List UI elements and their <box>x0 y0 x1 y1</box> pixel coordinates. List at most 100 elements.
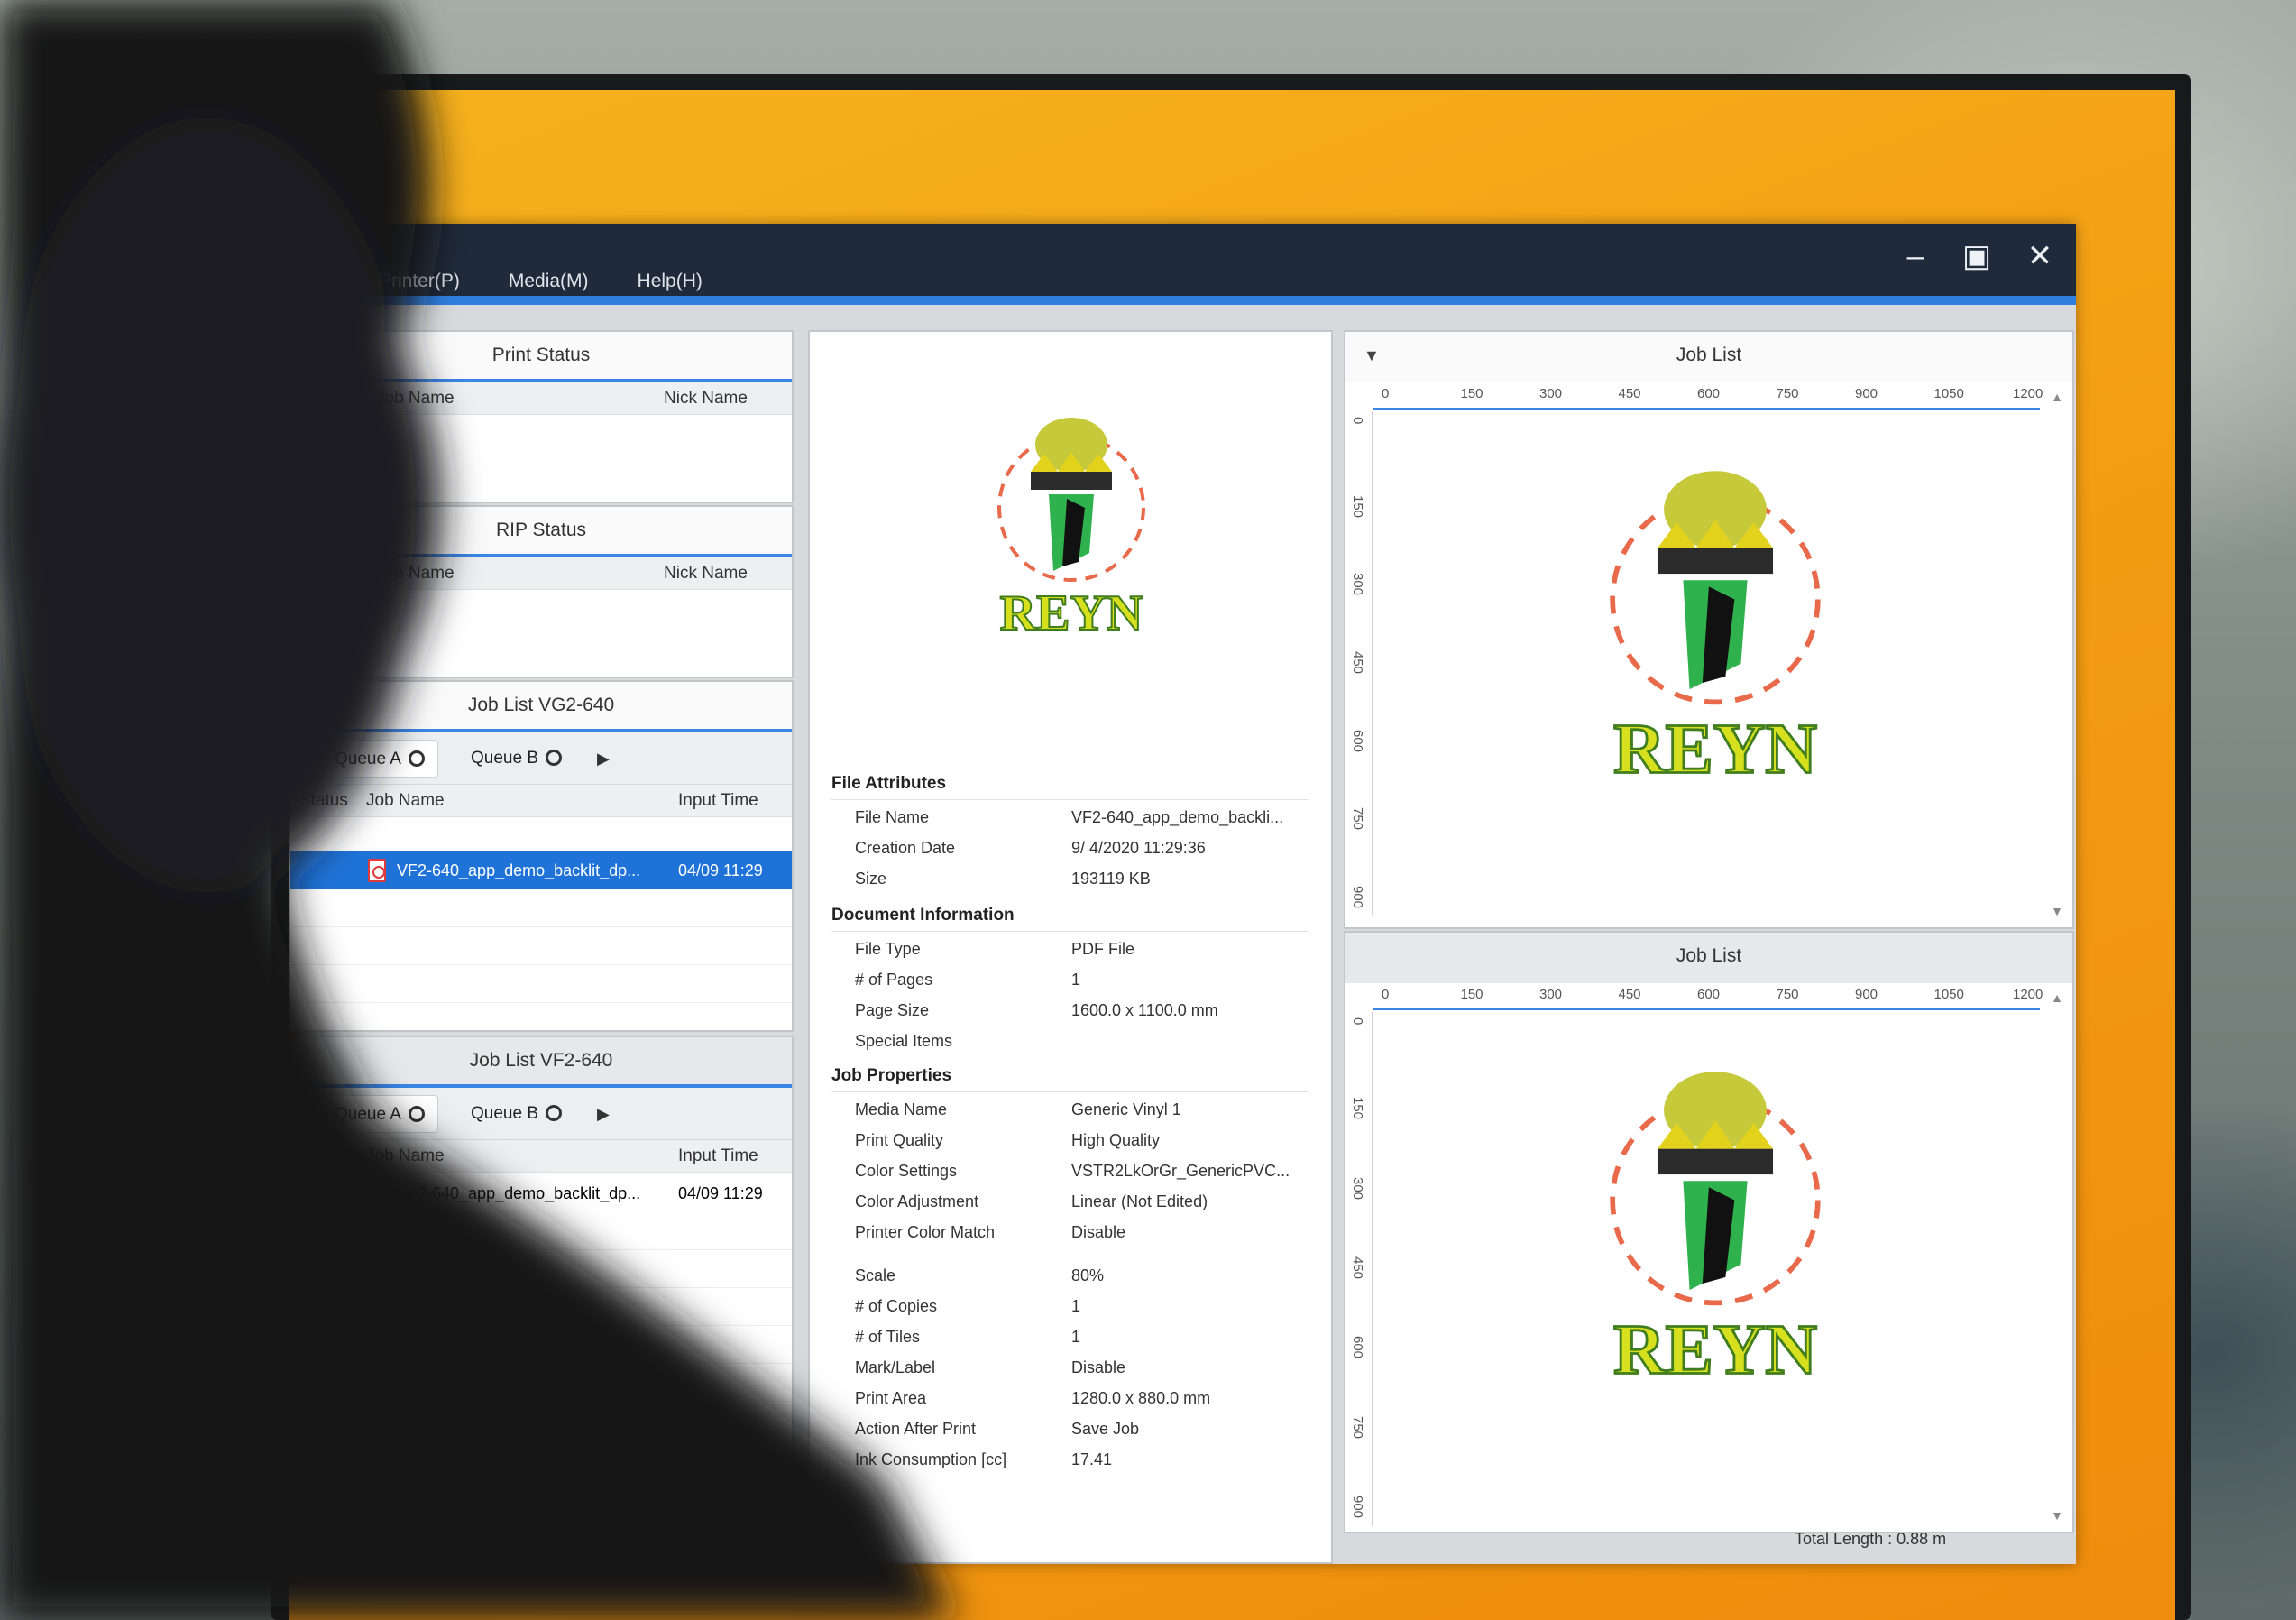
job-list-2-panel: Job List VF2-640 ◀ Queue A Queue B ▶ Sta… <box>289 1036 794 1564</box>
cancel-icon[interactable]: ⊖ <box>617 1506 643 1542</box>
file-attributes-heading: File Attributes <box>831 774 947 793</box>
ruler-tick-label: 1050 <box>1933 386 1964 401</box>
job-preview-image: REYN <box>1610 471 1821 790</box>
ruler-tick-label: 750 <box>1350 1415 1365 1439</box>
ruler-tick-label: 300 <box>1539 386 1563 401</box>
col-status[interactable]: Status <box>299 382 348 415</box>
print-status-header: Status Job Name Nick Name <box>290 382 792 415</box>
detail-value: 9/ 4/2020 11:29:36 <box>1071 839 1206 857</box>
col-job-name[interactable]: Job Name <box>376 557 455 590</box>
col-nick-name[interactable]: Nick Name <box>664 557 748 590</box>
detail-value: Disable <box>1071 1358 1126 1376</box>
trash-icon[interactable]: 🗑 <box>743 1506 782 1542</box>
tab-prev-icon[interactable]: ◀ <box>299 740 312 778</box>
ruler-tick-label: 150 <box>1460 386 1483 401</box>
detail-key: Ink Consumption [cc] <box>855 1450 1007 1468</box>
divider <box>831 1091 1309 1092</box>
detail-value: 1600.0 x 1100.0 mm <box>1071 1001 1218 1019</box>
detail-key: Mark/Label <box>855 1358 936 1376</box>
ruler-tick-label: 0 <box>1382 386 1390 401</box>
col-input-time[interactable]: Input Time <box>678 1140 758 1173</box>
preview-logo-text: REYN <box>1613 710 1817 789</box>
menu-media[interactable]: Media(M) <box>509 271 589 298</box>
ruler-tick-label: 750 <box>1776 987 1799 1002</box>
ruler-tick-label: 600 <box>1350 729 1365 752</box>
detail-key: Color Settings <box>855 1162 958 1180</box>
spinner-icon[interactable]: ✺ <box>680 1506 706 1542</box>
job-name-cell: VF2-640_app_demo_backlit_dp... <box>397 861 641 879</box>
preview-top-panel: ▼ Job List 0 150 300 450 600 750 900 1050 1200 0… <box>1344 330 2074 929</box>
tab-queue-b[interactable]: Queue B <box>458 1095 574 1133</box>
ruler-tick-label: 0 <box>1350 417 1365 425</box>
ruler-tick-label: 450 <box>1350 651 1365 675</box>
job-name-cell: VF2-640_app_demo_backlit_dp... <box>397 1184 641 1202</box>
divider <box>831 931 1309 932</box>
detail-key: # of Tiles <box>855 1328 921 1346</box>
minimize-icon[interactable]: – <box>1887 231 1944 281</box>
preview-top-title: Job List <box>1676 345 1742 365</box>
detail-key: Creation Date <box>855 839 956 857</box>
collapse-icon[interactable]: ▼ <box>308 682 325 729</box>
ruler-tick-label: 600 <box>1697 987 1721 1002</box>
print-status-panel: Print Status Status Job Name Nick Name <box>289 330 794 503</box>
horizontal-ruler: 0 150 300 450 600 750 900 1050 1200 <box>1373 983 2043 1010</box>
col-input-time[interactable]: Input Time <box>678 785 758 817</box>
table-row[interactable]: VF2-640_app_demo_backlit_dp... 04/09 11:… <box>290 851 792 889</box>
queue-status-icon <box>546 750 562 766</box>
tab-prev-icon[interactable]: ◀ <box>299 1095 312 1133</box>
vertical-ruler: 0 150 300 450 600 750 900 <box>1345 1012 1373 1526</box>
divider <box>831 799 1309 800</box>
download-icon[interactable]: ⤓ <box>552 1506 565 1542</box>
table-row[interactable]: VF2-640_app_demo_backlit_dp... 04/09 11:… <box>290 1174 792 1212</box>
total-length-status: Total Length : 0.88 m <box>1795 1530 1947 1548</box>
scroll-down-icon[interactable]: ▼ <box>2051 904 2063 918</box>
col-nick-name[interactable]: Nick Name <box>664 382 748 415</box>
col-status[interactable]: Status <box>299 1140 348 1173</box>
detail-key: Print Quality <box>855 1131 944 1149</box>
tab-queue-a[interactable]: Queue A <box>321 1095 438 1133</box>
vertical-ruler: 0 150 300 450 600 750 900 <box>1345 411 1373 916</box>
preview-bottom-panel: Job List 0 150 300 450 600 750 900 1050 1200 0 15… <box>1344 931 2074 1533</box>
tab-queue-a[interactable]: Queue A <box>321 740 438 778</box>
menu-printer[interactable]: Printer(P) <box>379 271 460 298</box>
detail-value: Disable <box>1071 1223 1126 1241</box>
detail-value: Linear (Not Edited) <box>1071 1192 1208 1210</box>
col-job-name[interactable]: Job Name <box>376 382 455 415</box>
job-properties-heading: Job Properties <box>831 1066 952 1085</box>
tab-next-icon[interactable]: ▶ <box>597 740 610 778</box>
scroll-up-icon[interactable]: ▲ <box>2051 390 2063 404</box>
scroll-up-icon[interactable]: ▲ <box>2051 990 2063 1005</box>
detail-key: Print Area <box>855 1389 927 1407</box>
col-job-name[interactable]: Job Name <box>366 785 445 817</box>
col-status[interactable]: Status <box>299 557 348 590</box>
col-status[interactable]: Status <box>299 785 348 817</box>
pdf-file-icon <box>368 859 386 882</box>
job-preview-image: REYN <box>1610 1072 1821 1391</box>
ruler-tick-label: 750 <box>1350 807 1365 831</box>
detail-key: # of Copies <box>855 1297 938 1315</box>
scroll-down-icon[interactable]: ▼ <box>2051 1508 2063 1523</box>
collapse-icon[interactable]: ▼ <box>1364 332 1380 379</box>
detail-value: 80% <box>1071 1266 1105 1284</box>
detail-value: 1 <box>1071 971 1081 989</box>
col-job-name[interactable]: Job Name <box>366 1140 445 1173</box>
tab-queue-b[interactable]: Queue B <box>458 740 574 778</box>
ruler-tick-label: 300 <box>1539 987 1563 1002</box>
close-icon[interactable]: ✕ <box>2011 231 2069 281</box>
job-list-2-title: Job List VF2-640 <box>290 1037 792 1088</box>
ruler-tick-label: 1200 <box>2013 386 2043 401</box>
title-bar: – ▣ ✕ Printer(P) Media(M) Help(H) <box>298 224 2076 305</box>
detail-value: 1280.0 x 880.0 mm <box>1071 1389 1211 1407</box>
preview-top-title-bar: ▼ Job List <box>1345 332 2072 382</box>
ruler-tick-label: 900 <box>1350 886 1365 909</box>
detail-key: Media Name <box>855 1100 948 1118</box>
empty-rows <box>290 889 792 1003</box>
title-accent-bar <box>298 296 2076 305</box>
maximize-icon[interactable]: ▣ <box>1948 231 2006 281</box>
ruler-tick-label: 450 <box>1618 386 1641 401</box>
menu-help[interactable]: Help(H) <box>638 271 703 298</box>
tab-next-icon[interactable]: ▶ <box>597 1095 610 1133</box>
ruler-tick-label: 300 <box>1350 573 1365 596</box>
detail-key: File Type <box>855 940 921 958</box>
tab-label: Queue A <box>335 750 401 769</box>
